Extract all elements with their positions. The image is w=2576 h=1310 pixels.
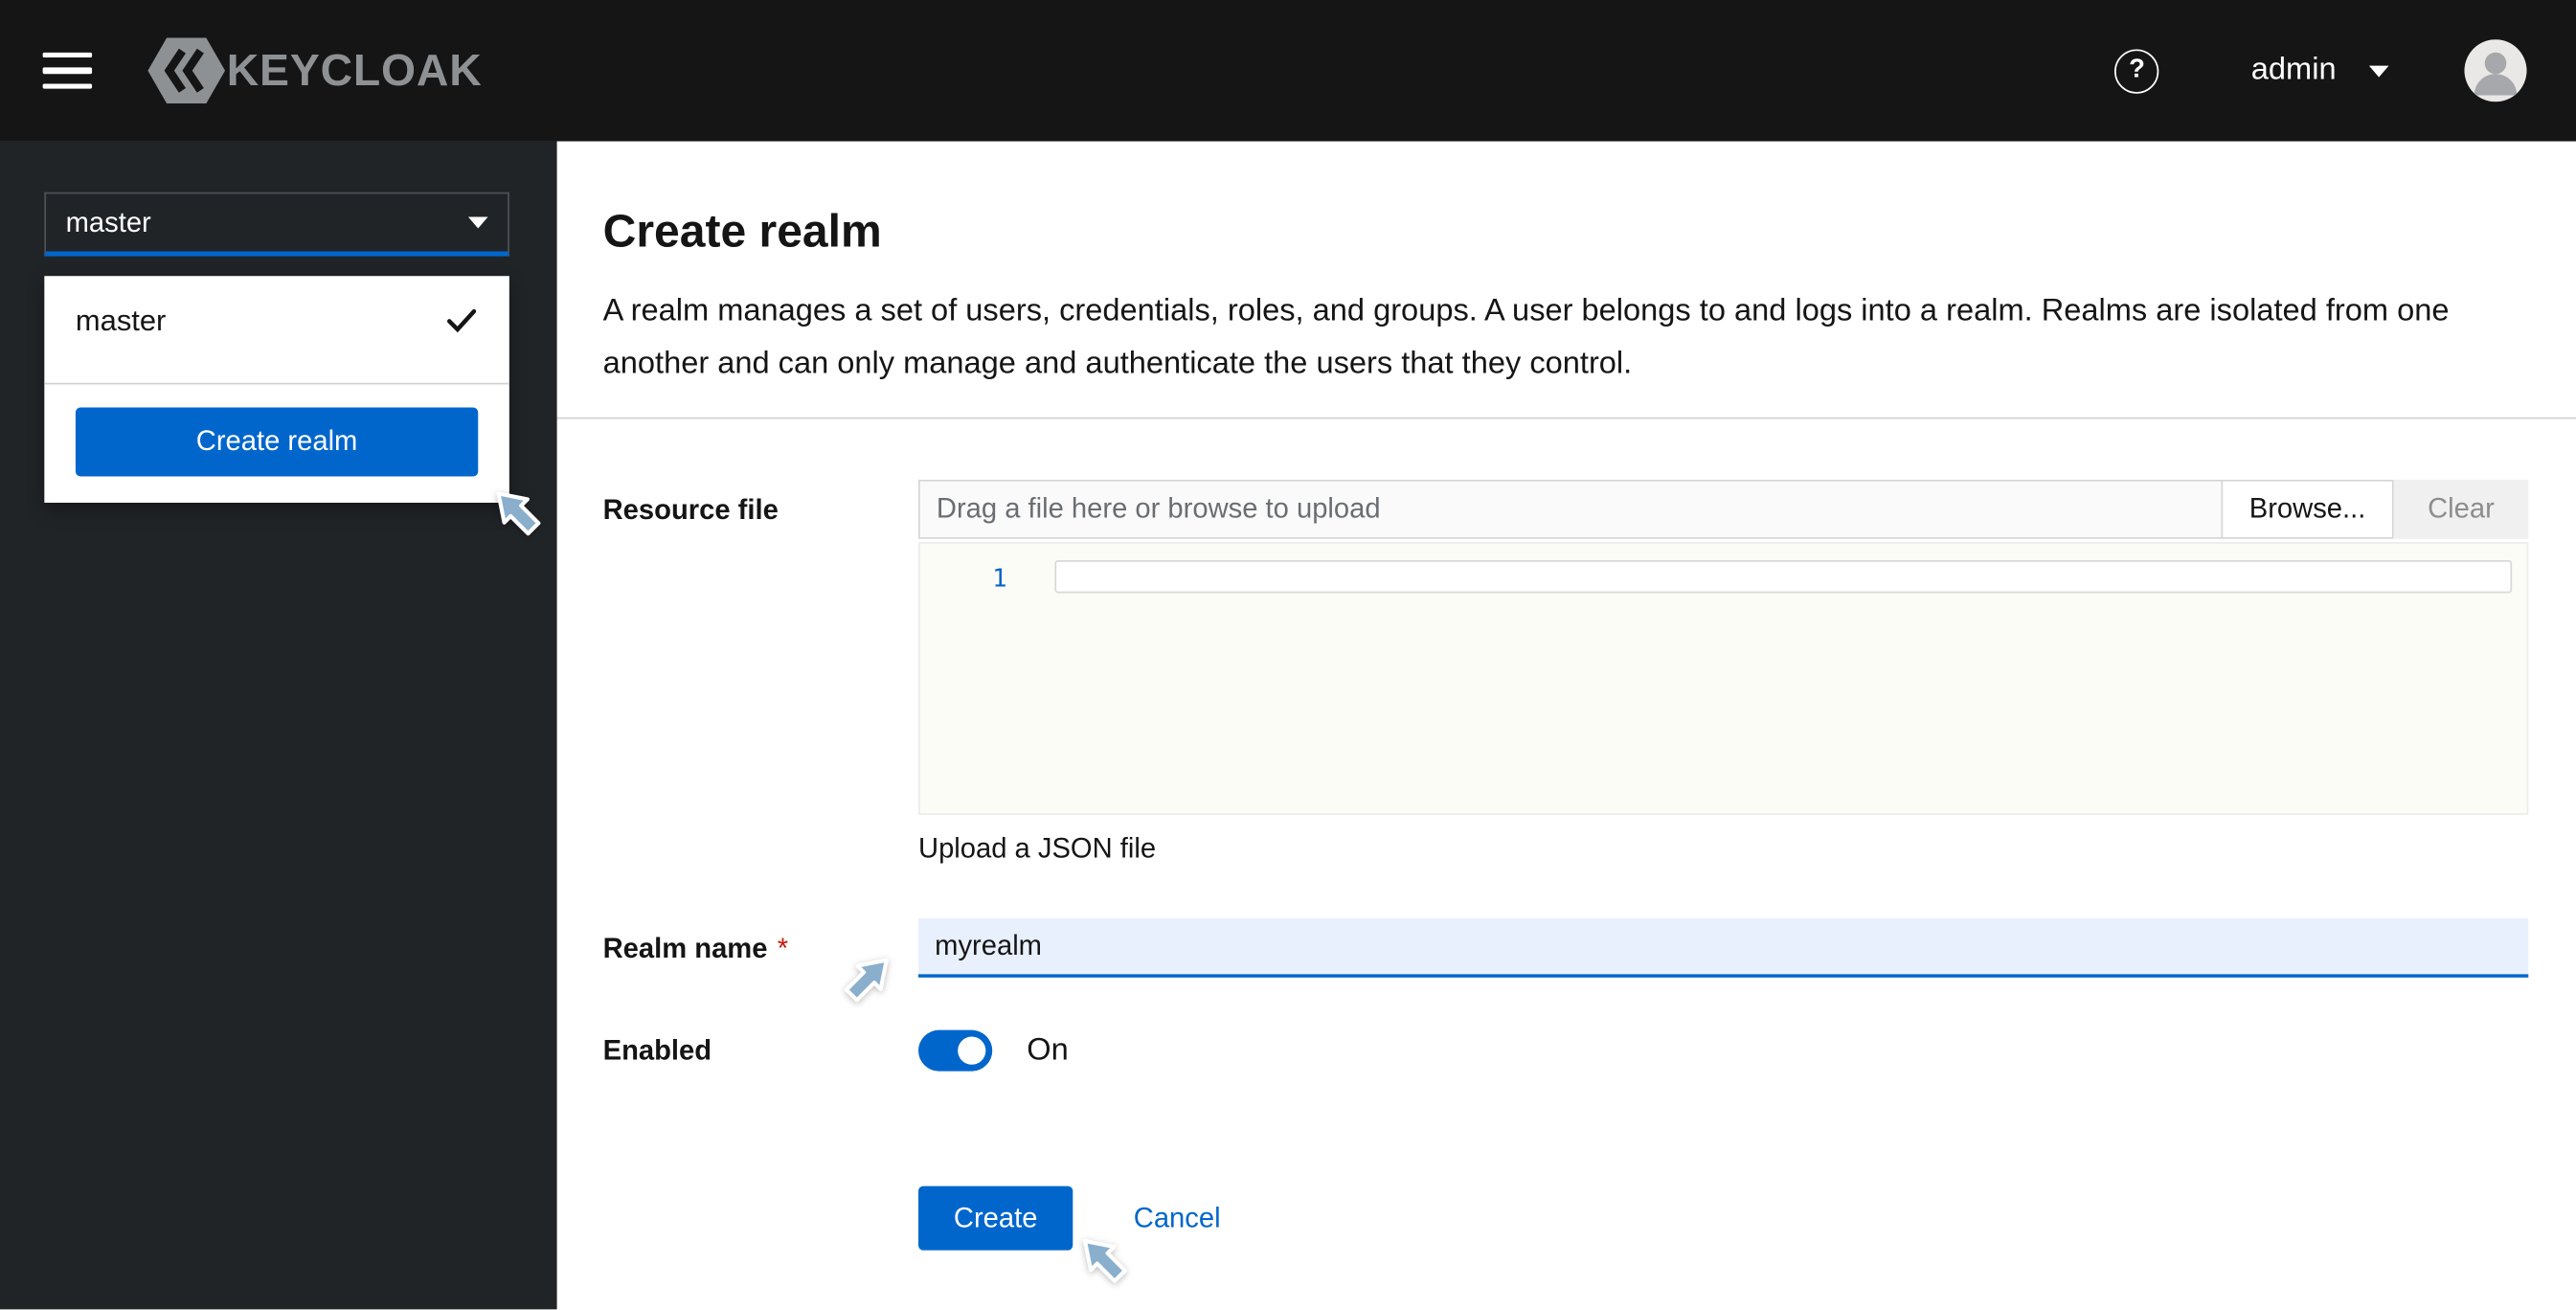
annotation-arrow <box>1070 1226 1136 1292</box>
hamburger-bar <box>43 52 92 57</box>
page-title: Create realm <box>603 197 2529 266</box>
caret-down-icon <box>468 216 488 228</box>
main-content: Create realm A realm manages a set of us… <box>557 142 2576 1310</box>
avatar-icon <box>2464 39 2526 102</box>
upload-helper-text: Upload a JSON file <box>918 833 2528 866</box>
editor-input-line[interactable] <box>1054 560 2512 593</box>
annotation-arrow <box>836 944 902 1010</box>
realm-name-input[interactable] <box>918 918 2528 978</box>
required-indicator: * <box>778 933 788 964</box>
hamburger-menu-icon[interactable] <box>43 52 99 89</box>
enabled-toggle[interactable] <box>918 1030 992 1072</box>
enabled-row: Enabled On <box>603 1030 2529 1072</box>
realm-selector-toggle[interactable]: master <box>44 192 509 257</box>
caret-down-icon <box>2369 65 2389 77</box>
realm-option-master[interactable]: master <box>44 276 509 365</box>
resource-file-field: Browse... Clear 1 Upload a JSON file <box>918 480 2528 866</box>
keycloak-logo-text: KEYCLOAK <box>227 45 483 96</box>
section-divider <box>557 418 2576 419</box>
json-editor[interactable]: 1 <box>918 542 2528 815</box>
dropdown-divider <box>44 383 509 385</box>
user-name: admin <box>2251 53 2337 89</box>
toggle-state-label: On <box>1027 1032 1069 1069</box>
create-realm-menu-button[interactable]: Create realm <box>76 407 478 476</box>
realm-selector-value: master <box>66 206 151 238</box>
clear-button[interactable]: Clear <box>2394 480 2529 539</box>
enabled-label: Enabled <box>603 1034 918 1067</box>
create-button[interactable]: Create <box>918 1186 1073 1251</box>
resource-file-row: Resource file Browse... Clear 1 Upload a… <box>603 480 2529 866</box>
header-right: ? admin <box>2114 39 2526 102</box>
file-upload-filename-input[interactable] <box>918 480 2221 539</box>
editor-line-number: 1 <box>920 544 1007 593</box>
sidebar: master master Create realm <box>0 142 557 1310</box>
toggle-knob <box>958 1037 985 1065</box>
keycloak-logo[interactable]: KEYCLOAK <box>147 37 482 103</box>
hamburger-bar <box>43 84 92 90</box>
help-icon[interactable]: ? <box>2114 49 2158 93</box>
application-window: KEYCLOAK ? admin master <box>0 0 2576 1309</box>
enabled-field: On <box>918 1030 2528 1072</box>
create-realm-form: Resource file Browse... Clear 1 Upload a… <box>603 480 2529 1251</box>
user-menu-button[interactable]: admin <box>2251 53 2389 89</box>
cancel-link[interactable]: Cancel <box>1134 1202 1221 1234</box>
avatar[interactable] <box>2464 39 2526 102</box>
realm-dropdown-menu: master Create realm <box>44 276 509 503</box>
masthead: KEYCLOAK ? admin <box>0 0 2576 142</box>
hamburger-bar <box>43 68 92 74</box>
page-description: A realm manages a set of users, credenti… <box>603 286 2493 390</box>
annotation-arrow <box>483 478 549 544</box>
realm-option-label: master <box>76 304 166 338</box>
keycloak-logo-icon <box>147 37 225 103</box>
check-icon <box>443 304 480 336</box>
form-actions: Create Cancel <box>918 1186 2528 1251</box>
file-upload-bar: Browse... Clear <box>918 480 2528 539</box>
resource-file-label: Resource file <box>603 480 918 866</box>
browse-button[interactable]: Browse... <box>2221 480 2393 539</box>
realm-name-field <box>918 918 2528 978</box>
